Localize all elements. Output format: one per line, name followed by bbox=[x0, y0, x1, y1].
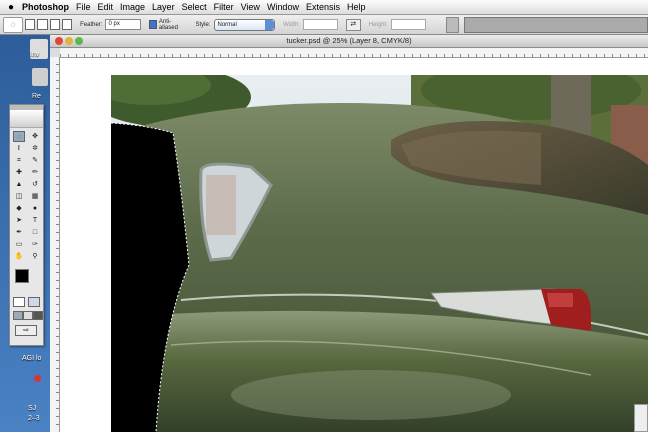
menu-app-name[interactable]: Photoshop bbox=[22, 2, 76, 12]
tool-hand-icon[interactable]: ✋ bbox=[13, 251, 25, 262]
menu-view[interactable]: View bbox=[241, 2, 267, 12]
tool-zoom-icon[interactable]: ⚲ bbox=[29, 251, 41, 262]
quick-mask-icon[interactable] bbox=[28, 297, 40, 307]
intersect-selection-icon[interactable] bbox=[61, 19, 73, 30]
palette-stub[interactable] bbox=[634, 404, 648, 432]
tool-slice-icon[interactable]: ✎ bbox=[29, 155, 41, 166]
width-input[interactable] bbox=[303, 19, 338, 30]
menu-window[interactable]: Window bbox=[267, 2, 306, 12]
tool-eyedropper-icon[interactable]: ✑ bbox=[29, 239, 41, 250]
tool-shape-icon[interactable]: □ bbox=[29, 227, 41, 238]
style-select[interactable]: Normal bbox=[213, 18, 276, 31]
menu-layer[interactable]: Layer bbox=[152, 2, 182, 12]
tool-healing-icon[interactable]: ✚ bbox=[13, 167, 25, 178]
desktop-label-4: SJ bbox=[28, 405, 37, 412]
tool-stamp-icon[interactable]: ▲ bbox=[13, 179, 25, 190]
horizontal-ruler[interactable] bbox=[60, 48, 648, 58]
menu-select[interactable]: Select bbox=[182, 2, 214, 12]
tool-grid: ◌ ✥ ℓ ✲ ⌗ ✎ ✚ ✏ ▲ ↺ ◫ ▦ ◆ ● ➤ T ✒ □ ▭ ✑ ✋ ⚲ bbox=[10, 128, 43, 262]
screen-mode-menu-icon[interactable] bbox=[23, 311, 33, 320]
tool-crop-icon[interactable]: ⌗ bbox=[13, 155, 25, 166]
tool-move-icon[interactable]: ✥ bbox=[29, 131, 41, 142]
standard-mode-icon[interactable] bbox=[13, 297, 25, 307]
tool-lasso-icon[interactable]: ℓ bbox=[13, 143, 25, 154]
toolbox-palette: ◌ ✥ ℓ ✲ ⌗ ✎ ✚ ✏ ▲ ↺ ◫ ▦ ◆ ● ➤ T ✒ □ ▭ ✑ ✋ ⚲ ⇨ bbox=[9, 104, 44, 346]
swap-dimensions-icon[interactable]: ⇄ bbox=[345, 18, 361, 31]
document-title: tucker.psd @ 25% (Layer 8, CMYK/8) bbox=[286, 36, 412, 45]
tool-dodge-icon[interactable]: ● bbox=[29, 203, 41, 214]
width-label: Width: bbox=[283, 21, 301, 28]
subtract-selection-icon[interactable] bbox=[49, 19, 60, 30]
menu-image[interactable]: Image bbox=[120, 2, 152, 12]
menu-file[interactable]: File bbox=[76, 2, 98, 12]
apple-icon[interactable]: ● bbox=[0, 2, 22, 13]
menu-filter[interactable]: Filter bbox=[214, 2, 241, 12]
foreground-color-swatch[interactable] bbox=[15, 269, 29, 283]
anti-aliased-label: Anti-aliased bbox=[158, 18, 178, 31]
document-titlebar[interactable]: tucker.psd @ 25% (Layer 8, CMYK/8) bbox=[50, 35, 648, 48]
tool-blur-icon[interactable]: ◆ bbox=[13, 203, 25, 214]
tool-rect-marquee-icon[interactable]: ◌ bbox=[13, 131, 25, 142]
feather-label: Feather: bbox=[80, 21, 103, 28]
jump-to-imageready-icon[interactable]: ⇨ bbox=[15, 325, 37, 336]
new-selection-icon[interactable] bbox=[25, 19, 36, 30]
vertical-ruler[interactable] bbox=[50, 57, 60, 432]
tool-type-icon[interactable]: T bbox=[29, 215, 41, 226]
tool-brush-icon[interactable]: ✏ bbox=[29, 167, 41, 178]
tool-preset-picker[interactable]: ◌ bbox=[3, 16, 24, 33]
menu-extensis[interactable]: Extensis bbox=[306, 2, 347, 12]
anti-aliased-checkbox[interactable] bbox=[148, 20, 157, 29]
feather-input[interactable]: 0 px bbox=[105, 19, 141, 30]
desktop-dot-icon[interactable] bbox=[34, 375, 41, 382]
marquee-icon: ◌ bbox=[10, 20, 16, 29]
screen-mode-standard-icon[interactable] bbox=[13, 311, 23, 320]
tool-magic-wand-icon[interactable]: ✲ bbox=[29, 143, 41, 154]
tool-gradient-icon[interactable]: ▦ bbox=[29, 191, 41, 202]
desktop-label-2: Re bbox=[32, 93, 41, 100]
tool-notes-icon[interactable]: ▭ bbox=[13, 239, 25, 250]
canvas-image[interactable] bbox=[111, 75, 648, 432]
car-photo bbox=[111, 75, 648, 432]
tool-history-brush-icon[interactable]: ↺ bbox=[29, 179, 41, 190]
adobe-feather-icon[interactable] bbox=[10, 110, 43, 128]
menu-help[interactable]: Help bbox=[347, 2, 373, 12]
height-label: Height: bbox=[368, 21, 388, 28]
palette-grip-icon[interactable] bbox=[445, 16, 459, 33]
desktop-label-3: AGI lo bbox=[22, 355, 42, 362]
tool-path-select-icon[interactable]: ➤ bbox=[13, 215, 25, 226]
document-window: tucker.psd @ 25% (Layer 8, CMYK/8) bbox=[50, 35, 648, 432]
menu-edit[interactable]: Edit bbox=[98, 2, 121, 12]
tool-eraser-icon[interactable]: ◫ bbox=[13, 191, 25, 202]
tool-pen-icon[interactable]: ✒ bbox=[13, 227, 25, 238]
screen-mode-full-icon[interactable] bbox=[33, 311, 43, 320]
desktop-label-1: Inv bbox=[30, 51, 40, 58]
menu-bar: ● Photoshop File Edit Image Layer Select… bbox=[0, 0, 648, 15]
options-bar: ◌ Feather: 0 px Anti-aliased Style: Norm… bbox=[0, 15, 648, 35]
desktop-label-5: 2–3 bbox=[28, 415, 40, 422]
style-label: Style: bbox=[195, 21, 211, 28]
height-input[interactable] bbox=[390, 19, 426, 30]
palette-well[interactable] bbox=[463, 16, 648, 33]
add-selection-icon[interactable] bbox=[37, 19, 48, 30]
folder-icon[interactable] bbox=[32, 68, 48, 86]
